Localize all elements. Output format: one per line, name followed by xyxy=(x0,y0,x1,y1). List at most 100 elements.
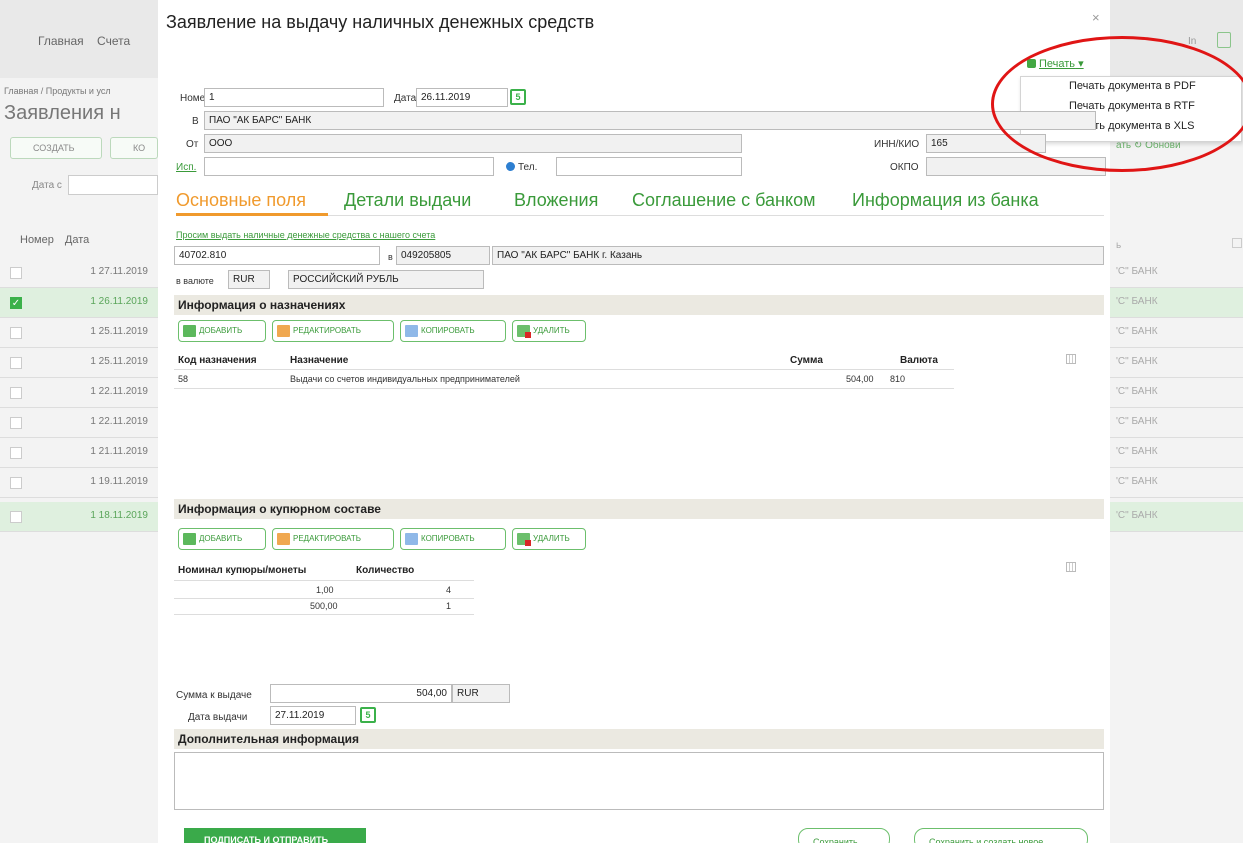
table-row[interactable]: 1 19.11.2019 xyxy=(0,468,158,498)
table-row[interactable]: 1 22.11.2019 xyxy=(0,378,158,408)
print-pdf-item[interactable]: Печать документа в PDF xyxy=(1021,77,1241,97)
calendar-icon[interactable]: 5 xyxy=(510,89,526,105)
sign-and-send-button[interactable]: ПОДПИСАТЬ И ОТПРАВИТЬ xyxy=(184,828,366,843)
row-checkbox[interactable] xyxy=(10,447,22,459)
row-checkbox[interactable] xyxy=(10,357,22,369)
edit-icon xyxy=(277,533,290,545)
column-currency[interactable]: Валюта xyxy=(900,355,938,366)
columns-icon[interactable] xyxy=(1066,562,1076,572)
date-field[interactable]: 26.11.2019 xyxy=(416,88,508,107)
copy-icon xyxy=(405,325,418,337)
purpose-cell: Выдачи со счетов индивидуальных предприн… xyxy=(290,374,520,384)
phone-label: Тел. xyxy=(518,162,538,173)
bank-cell: 'С" БАНК xyxy=(1110,288,1243,318)
columns-icon[interactable] xyxy=(1232,238,1242,248)
date-from-input[interactable] xyxy=(68,175,158,195)
row-value: 1 18.11.2019 xyxy=(90,510,148,521)
add-denomination-button[interactable]: ДОБАВИТЬ xyxy=(178,528,266,550)
add-icon xyxy=(183,325,196,337)
edit-purpose-button[interactable]: РЕДАКТИРОВАТЬ xyxy=(272,320,394,342)
nav-accounts[interactable]: Счета xyxy=(97,34,130,48)
close-icon[interactable]: × xyxy=(1092,10,1100,25)
edit-denomination-button[interactable]: РЕДАКТИРОВАТЬ xyxy=(272,528,394,550)
table-row[interactable]: 1 27.11.2019 xyxy=(0,258,158,288)
tab-main-fields[interactable]: Основные поля xyxy=(176,190,306,211)
print-dropdown-link[interactable]: Печать ▾ xyxy=(1027,57,1084,70)
count-cell: 4 xyxy=(446,585,452,595)
delete-icon xyxy=(517,533,531,546)
tab-issue-details[interactable]: Детали выдачи xyxy=(344,190,471,211)
row-checkbox[interactable] xyxy=(10,387,22,399)
button-label: РЕДАКТИРОВАТЬ xyxy=(293,534,362,543)
row-divider xyxy=(174,369,954,370)
row-checkbox[interactable] xyxy=(10,417,22,429)
table-row[interactable]: 1 25.11.2019 xyxy=(0,348,158,378)
delete-denomination-button[interactable]: УДАЛИТЬ xyxy=(512,528,586,550)
date-from-label: Дата с xyxy=(32,180,62,191)
copy-purpose-button[interactable]: КОПИРОВАТЬ xyxy=(400,320,506,342)
columns-icon[interactable] xyxy=(1066,354,1076,364)
button-label: КОПИРОВАТЬ xyxy=(421,534,475,543)
dialog-title: Заявление на выдачу наличных денежных ср… xyxy=(166,12,595,32)
save-button[interactable]: Сохранить xyxy=(798,828,890,843)
column-purpose-code[interactable]: Код назначения xyxy=(178,355,257,366)
table-row[interactable]: 1 22.11.2019 xyxy=(0,408,158,438)
from-org-field: ООО xyxy=(204,134,742,153)
button-label: КОПИРОВАТЬ xyxy=(421,326,475,335)
calendar-icon[interactable]: 5 xyxy=(360,707,376,723)
row-checkbox[interactable] xyxy=(10,267,22,279)
count-cell: 1 xyxy=(446,601,452,611)
account-field[interactable]: 40702.810 xyxy=(174,246,380,265)
column-nominal[interactable]: Номинал купюры/монеты xyxy=(178,565,306,576)
second-toolbar-button[interactable]: КО xyxy=(110,137,158,159)
column-count[interactable]: Количество xyxy=(356,565,414,576)
issue-date-field[interactable]: 27.11.2019 xyxy=(270,706,356,725)
row-checkbox[interactable] xyxy=(10,477,22,489)
inn-field: 165 xyxy=(926,134,1046,153)
chevron-down-icon: ▾ xyxy=(1075,58,1084,70)
row-checkbox[interactable] xyxy=(10,511,22,523)
bank-cell: 'С" БАНК xyxy=(1110,378,1243,408)
tab-bank-agreement[interactable]: Соглашение с банком xyxy=(632,190,815,211)
column-date[interactable]: Дата xyxy=(65,234,89,246)
phone-icon xyxy=(506,162,515,171)
column-amount[interactable]: Сумма xyxy=(790,355,823,366)
tab-attachments[interactable]: Вложения xyxy=(514,190,598,211)
tab-bank-info[interactable]: Информация из банка xyxy=(852,190,1039,211)
executor-link[interactable]: Исп. xyxy=(176,162,196,173)
bik-label: в xyxy=(388,252,393,262)
print-menu: Печать документа в PDF Печать документа … xyxy=(1020,76,1242,142)
save-and-new-button[interactable]: Сохранить и создать новое xyxy=(914,828,1088,843)
date-label: Дата xyxy=(394,93,417,104)
background-top-right-icon[interactable] xyxy=(1217,32,1231,48)
create-button[interactable]: СОЗДАТЬ xyxy=(10,137,102,159)
nav-home[interactable]: Главная xyxy=(38,34,84,48)
delete-purpose-button[interactable]: УДАЛИТЬ xyxy=(512,320,586,342)
number-field[interactable]: 1 xyxy=(204,88,384,107)
bank-cell: 'С" БАНК xyxy=(1110,408,1243,438)
row-checkbox[interactable] xyxy=(10,327,22,339)
executor-field[interactable] xyxy=(204,157,494,176)
table-row[interactable]: 1 18.11.2019 xyxy=(0,502,158,532)
row-divider xyxy=(174,614,474,615)
column-number[interactable]: Номер xyxy=(20,234,54,246)
add-icon xyxy=(183,533,196,545)
column-purpose[interactable]: Назначение xyxy=(290,355,348,366)
additional-section-title: Дополнительная информация xyxy=(174,729,1104,749)
row-checkbox[interactable]: ✓ xyxy=(10,297,22,309)
add-purpose-button[interactable]: ДОБАВИТЬ xyxy=(178,320,266,342)
table-row[interactable]: ✓ 1 26.11.2019 xyxy=(0,288,158,318)
total-field[interactable]: 504,00 xyxy=(270,684,452,703)
row-value: 1 25.11.2019 xyxy=(90,326,148,337)
breadcrumb: Главная / Продукты и усл xyxy=(4,86,111,96)
bik-field: 049205805 xyxy=(396,246,490,265)
copy-denomination-button[interactable]: КОПИРОВАТЬ xyxy=(400,528,506,550)
table-row[interactable]: 1 25.11.2019 xyxy=(0,318,158,348)
request-link[interactable]: Просим выдать наличные денежные средства… xyxy=(176,230,435,240)
table-row[interactable]: 1 21.11.2019 xyxy=(0,438,158,468)
background-top-right-text: In xyxy=(1188,36,1197,47)
bank-cell: 'С" БАНК xyxy=(1110,258,1243,288)
copy-icon xyxy=(405,533,418,545)
additional-info-textarea[interactable] xyxy=(174,752,1104,810)
phone-field[interactable] xyxy=(556,157,742,176)
